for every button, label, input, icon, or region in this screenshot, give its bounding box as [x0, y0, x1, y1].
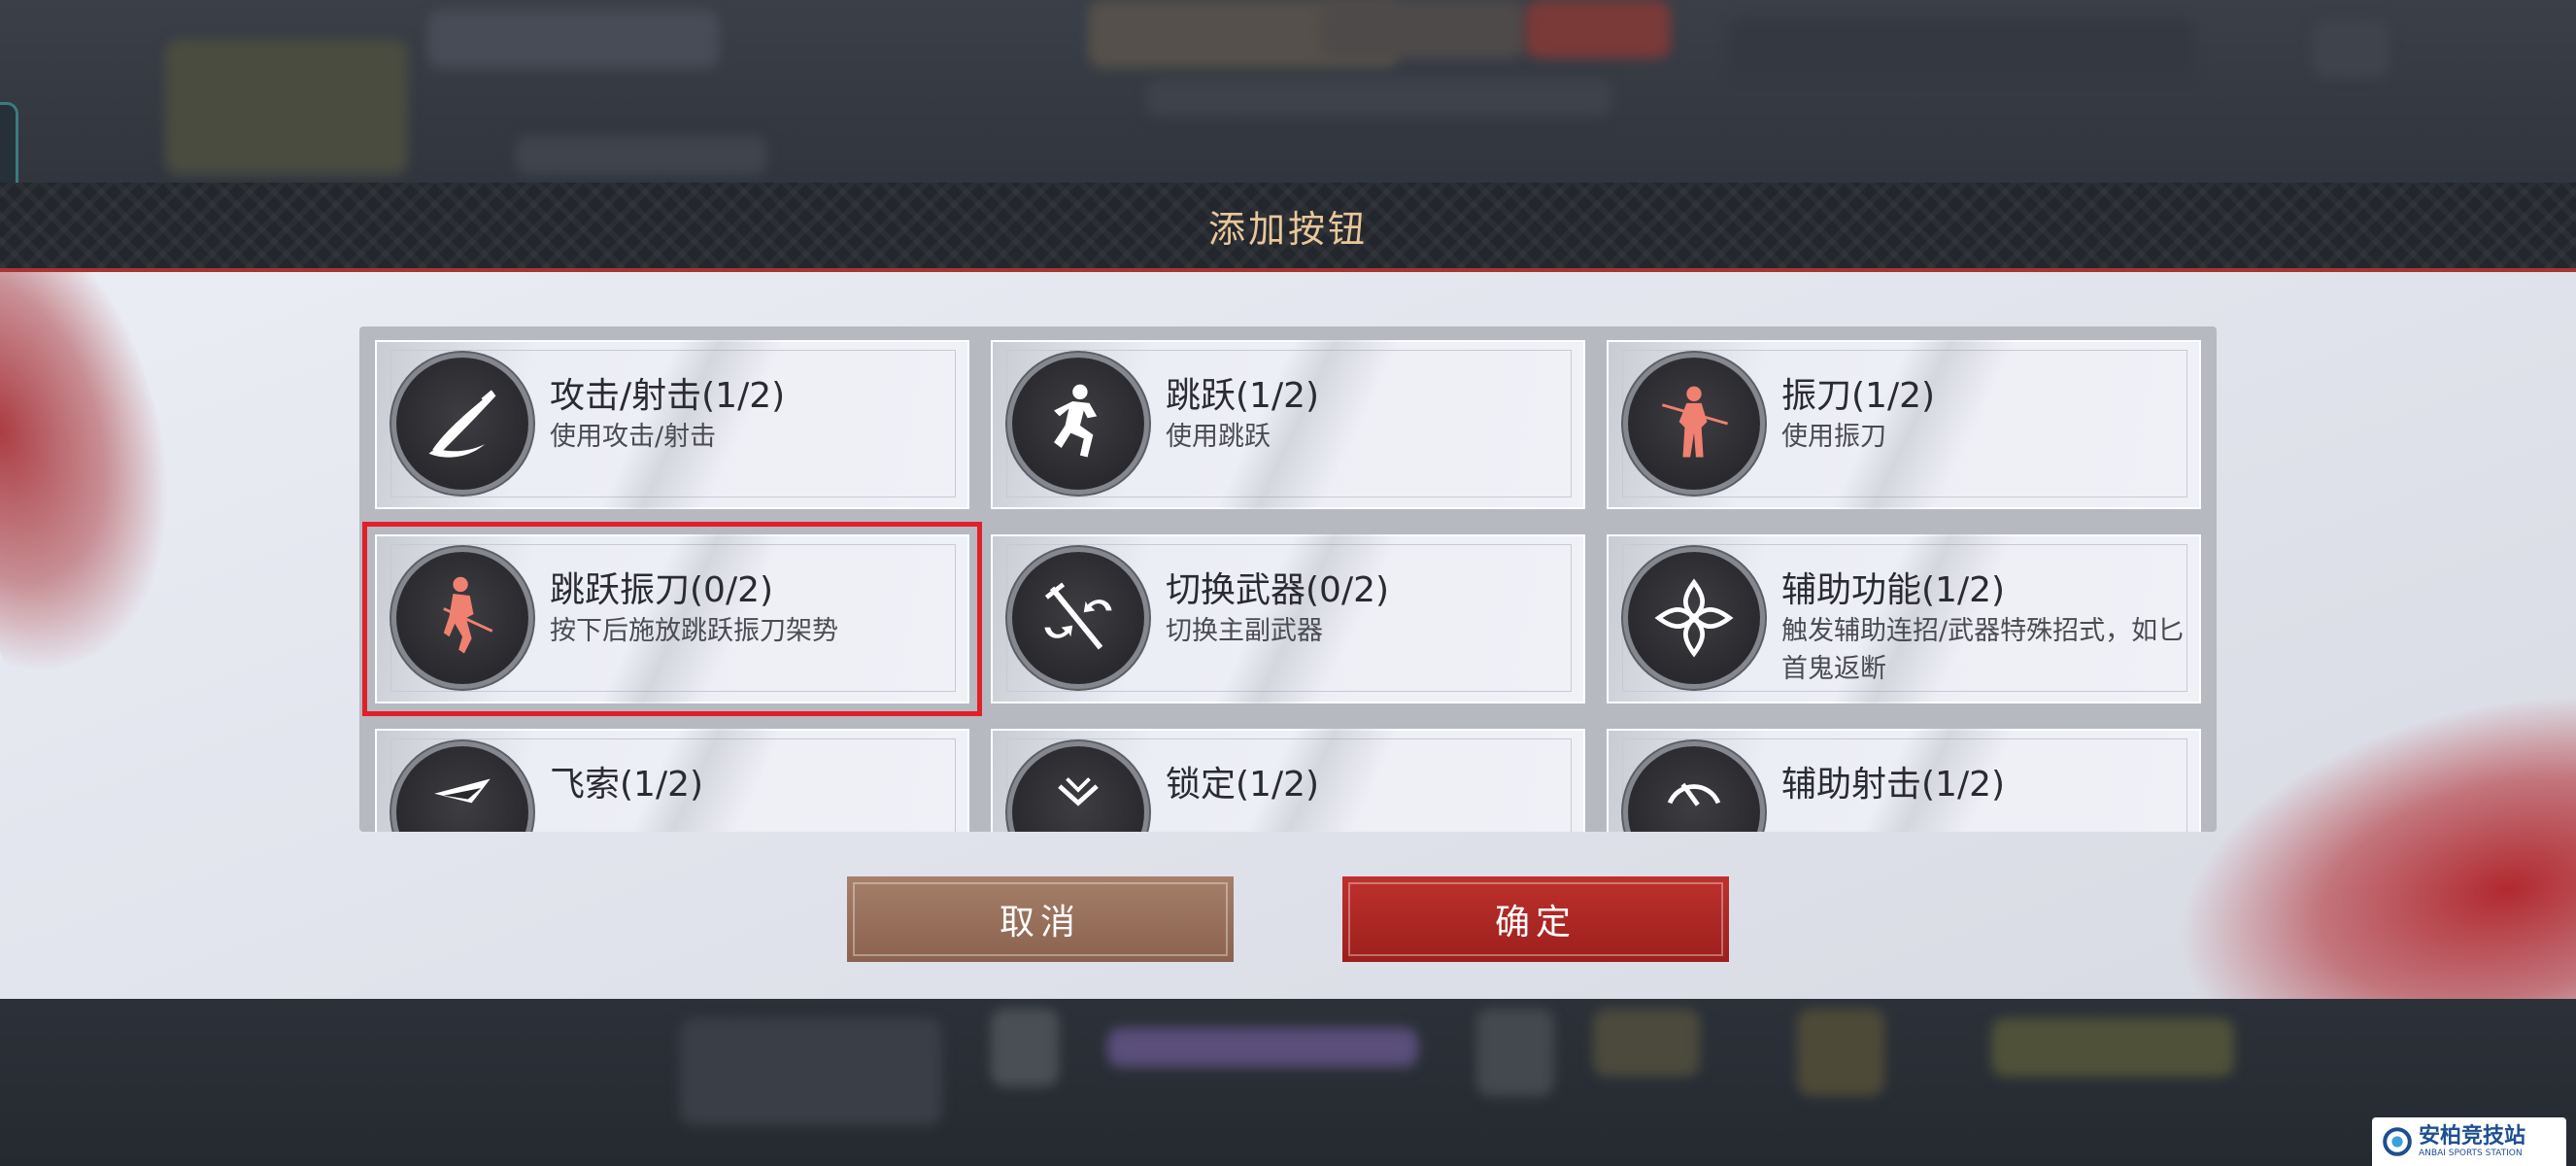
ink-splash-decoration [0, 225, 223, 684]
card-name: 攻击/射击(1/2) [550, 376, 786, 416]
card-name: 跳跃(1/2) [1166, 376, 1320, 416]
lock-on-icon [1012, 746, 1144, 832]
card-swap-weapon[interactable]: 切换武器(0/2) 切换主副武器 [991, 534, 1585, 703]
card-grapple[interactable]: 飞索(1/2) [375, 729, 969, 832]
background-game-hud-bottom [0, 999, 2576, 1166]
card-name: 辅助功能(1/2) [1781, 570, 2006, 610]
button-list-panel[interactable]: 攻击/射击(1/2) 使用攻击/射击 跳跃(1/2) 使用跳跃 振刀(1/2) [359, 326, 2217, 832]
card-name: 跳跃振刀(0/2) [550, 570, 774, 610]
background-game-hud-top [0, 0, 2576, 183]
card-desc: 使用攻击/射击 [550, 422, 717, 452]
card-desc: 使用跳跃 [1166, 422, 1271, 452]
jump-figure-icon [1012, 358, 1144, 490]
card-desc: 按下后施放跳跃振刀架势 [550, 616, 838, 646]
card-parry[interactable]: 振刀(1/2) 使用振刀 [1607, 340, 2201, 509]
aim-assist-icon [1628, 746, 1760, 832]
jump-parry-figure-icon [396, 552, 528, 684]
parry-figure-icon [1628, 358, 1760, 490]
grapple-hook-icon [396, 746, 528, 832]
watermark-logo-icon [2383, 1127, 2412, 1156]
dialog-actions: 取消 确定 [0, 876, 2576, 964]
card-name: 振刀(1/2) [1781, 376, 1936, 416]
swap-weapon-icon [1012, 552, 1144, 684]
dialog-title: 添加按钮 [1207, 207, 1368, 251]
card-jump[interactable]: 跳跃(1/2) 使用跳跃 [991, 340, 1585, 509]
card-attack-shoot[interactable]: 攻击/射击(1/2) 使用攻击/射击 [375, 340, 969, 509]
card-name: 辅助射击(1/2) [1781, 765, 2006, 805]
card-jump-parry[interactable]: 跳跃振刀(0/2) 按下后施放跳跃振刀架势 [362, 522, 982, 716]
card-name: 切换武器(0/2) [1166, 570, 1390, 610]
card-aim-assist[interactable]: 辅助射击(1/2) [1607, 729, 2201, 832]
add-button-dialog: 添加按钮 攻击/射击(1/2) 使用攻击/射击 跳跃(1/2) 使用跳跃 振刀(… [0, 183, 2576, 999]
card-desc: 触发辅助连招/武器特殊招式，如匕首鬼返断 [1781, 616, 2185, 684]
card-lock-on[interactable]: 锁定(1/2) [991, 729, 1585, 832]
card-assist-function[interactable]: 辅助功能(1/2) 触发辅助连招/武器特殊招式，如匕首鬼返断 [1607, 534, 2201, 703]
watermark-text: 安柏竞技站 [2419, 1123, 2526, 1149]
dialog-title-bar: 添加按钮 [0, 183, 2576, 272]
confirm-button[interactable]: 确定 [1342, 876, 1729, 962]
flower-emblem-icon [1628, 552, 1760, 684]
cancel-button[interactable]: 取消 [847, 876, 1234, 962]
card-name: 锁定(1/2) [1166, 765, 1320, 805]
card-desc: 使用振刀 [1781, 422, 1886, 452]
card-desc: 切换主副武器 [1166, 616, 1323, 646]
sword-slash-icon [396, 358, 528, 490]
button-grid: 攻击/射击(1/2) 使用攻击/射击 跳跃(1/2) 使用跳跃 振刀(1/2) [362, 340, 2201, 832]
card-name: 飞索(1/2) [550, 765, 704, 805]
site-watermark: 安柏竞技站 ANBAI SPORTS STATION [2372, 1117, 2566, 1166]
watermark-subtext: ANBAI SPORTS STATION [2419, 1148, 2523, 1158]
